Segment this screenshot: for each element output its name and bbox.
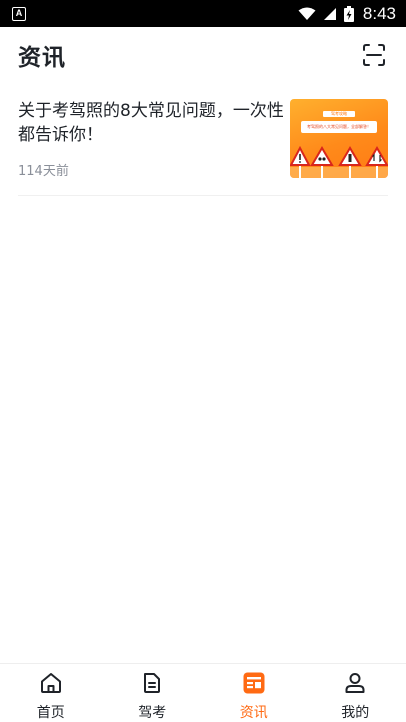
news-item[interactable]: 关于考驾照的8大常见问题，一次性都告诉你！ 114天前 驾考攻略 考驾照的八大常… bbox=[18, 83, 388, 196]
signal-icon bbox=[323, 7, 336, 20]
user-icon bbox=[342, 670, 368, 696]
warning-signs-illustration bbox=[290, 145, 388, 178]
news-list: 关于考驾照的8大常见问题，一次性都告诉你！ 114天前 驾考攻略 考驾照的八大常… bbox=[0, 83, 406, 196]
news-title: 关于考驾照的8大常见问题，一次性都告诉你！ bbox=[18, 101, 284, 145]
nav-label-home: 首页 bbox=[36, 705, 65, 721]
news-time: 114天前 bbox=[18, 164, 69, 179]
page-title: 资讯 bbox=[18, 45, 66, 71]
thumbnail-tag: 驾考攻略 bbox=[323, 111, 355, 117]
nav-item-profile[interactable]: 我的 bbox=[305, 664, 406, 722]
scan-icon bbox=[363, 44, 385, 66]
status-left: A bbox=[12, 6, 26, 21]
home-icon bbox=[38, 670, 64, 696]
nav-label-profile: 我的 bbox=[341, 705, 370, 721]
news-icon bbox=[241, 670, 267, 696]
thumbnail-banner: 考驾照的八大常见问题，全部解答！ bbox=[301, 121, 377, 133]
nav-item-exam[interactable]: 驾考 bbox=[102, 664, 204, 722]
nav-item-home[interactable]: 首页 bbox=[0, 664, 102, 722]
battery-charging-icon bbox=[343, 5, 354, 22]
status-time: 8:43 bbox=[362, 3, 396, 23]
wifi-icon bbox=[298, 7, 316, 20]
nav-label-news: 资讯 bbox=[239, 705, 268, 721]
status-right: 8:43 bbox=[298, 4, 396, 24]
news-thumbnail: 驾考攻略 考驾照的八大常见问题，全部解答！ bbox=[290, 99, 388, 178]
nav-item-news[interactable]: 资讯 bbox=[203, 664, 305, 722]
document-icon bbox=[139, 670, 165, 696]
status-bar: A 8:43 bbox=[0, 0, 406, 27]
app-notification-icon: A bbox=[12, 6, 26, 21]
scan-button[interactable] bbox=[360, 41, 388, 69]
bottom-nav: 首页 驾考 资讯 我的 bbox=[0, 663, 406, 722]
header: 资讯 bbox=[0, 27, 406, 83]
nav-label-exam: 驾考 bbox=[138, 705, 167, 721]
